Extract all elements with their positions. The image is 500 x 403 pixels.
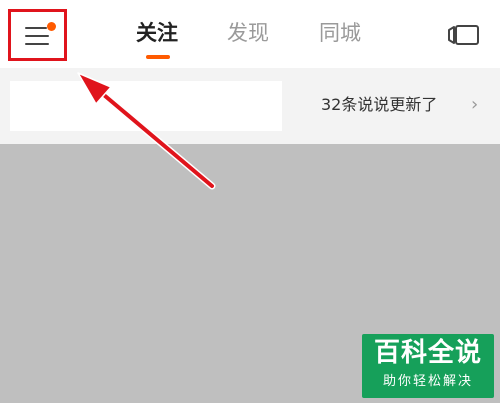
watermark-subtitle: 助你轻松解决 [382,374,473,389]
watermark-title: 百科全说 [373,338,482,368]
watermark-logo: 百科全说 助你轻松解决 [362,334,494,398]
